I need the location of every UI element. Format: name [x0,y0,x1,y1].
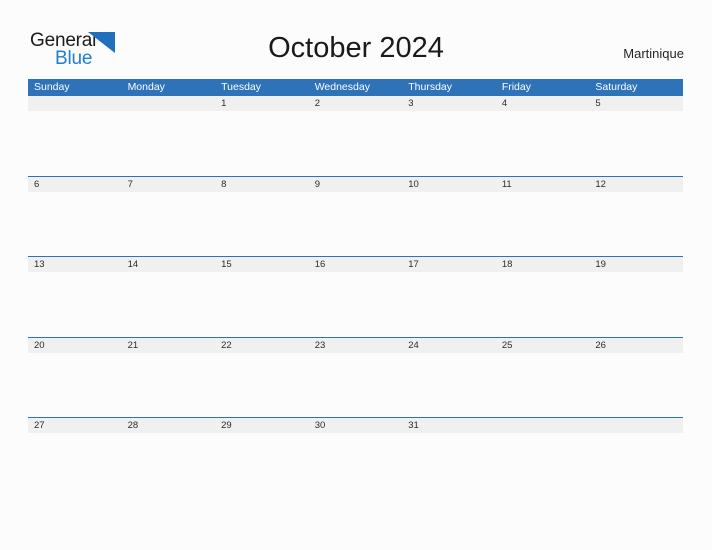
page-title: October 2024 [268,32,444,64]
week-note-area[interactable] [28,433,683,499]
day-cell[interactable]: 25 [496,338,590,353]
day-cell[interactable]: 7 [122,177,216,192]
weekday-header-sunday: Sunday [34,81,70,93]
week-row: 27 28 29 30 31 [28,417,683,499]
calendar-grid: Sunday Monday Tuesday Wednesday Thursday… [28,79,683,499]
day-cell[interactable]: 8 [215,177,309,192]
day-cell[interactable]: 10 [402,177,496,192]
day-cell[interactable]: 11 [496,177,590,192]
day-cell[interactable]: 22 [215,338,309,353]
day-cell[interactable]: 30 [309,418,403,433]
week-row: 1 2 3 4 5 [28,95,683,177]
day-cell[interactable]: 6 [28,177,122,192]
day-cell[interactable]: 12 [589,177,683,192]
day-cell[interactable]: 3 [402,96,496,111]
day-cell[interactable] [122,96,216,111]
day-cell[interactable]: 18 [496,257,590,272]
day-cell[interactable]: 29 [215,418,309,433]
day-cell[interactable]: 31 [402,418,496,433]
weekday-header-saturday: Saturday [595,81,638,93]
day-cell[interactable]: 4 [496,96,590,111]
weekday-header-row: Sunday Monday Tuesday Wednesday Thursday… [28,79,683,95]
day-cell[interactable]: 16 [309,257,403,272]
day-cell[interactable]: 26 [589,338,683,353]
week-date-band: 6 7 8 9 10 11 12 [28,176,683,192]
day-cell[interactable]: 19 [589,257,683,272]
day-cell[interactable] [28,96,122,111]
weekday-header-wednesday: Wednesday [314,81,370,93]
region-label: Martinique [623,46,684,61]
day-cell[interactable] [589,418,683,433]
week-date-band: 13 14 15 16 17 18 19 [28,257,683,272]
week-note-area[interactable] [28,272,683,338]
day-cell[interactable]: 13 [28,257,122,272]
day-cell[interactable]: 21 [122,338,216,353]
day-cell[interactable]: 17 [402,257,496,272]
day-cell[interactable]: 23 [309,338,403,353]
day-cell[interactable]: 15 [215,257,309,272]
day-cell[interactable]: 5 [589,96,683,111]
weekday-header-monday: Monday [127,81,165,93]
page-header: General Blue October 2024 Martinique [0,0,712,78]
weekday-header-friday: Friday [501,81,531,93]
day-cell[interactable]: 27 [28,418,122,433]
week-note-area[interactable] [28,111,683,177]
week-row: 13 14 15 16 17 18 19 [28,256,683,338]
day-cell[interactable]: 14 [122,257,216,272]
day-cell[interactable]: 28 [122,418,216,433]
week-date-band: 1 2 3 4 5 [28,96,683,111]
day-cell[interactable]: 1 [215,96,309,111]
day-cell[interactable] [496,418,590,433]
week-date-band: 27 28 29 30 31 [28,418,683,433]
day-cell[interactable]: 20 [28,338,122,353]
week-row: 6 7 8 9 10 11 12 [28,175,683,257]
day-cell[interactable]: 9 [309,177,403,192]
weekday-header-tuesday: Tuesday [221,81,262,93]
day-cell[interactable]: 24 [402,338,496,353]
week-note-area[interactable] [28,352,683,418]
week-note-area[interactable] [28,191,683,257]
weekday-header-thursday: Thursday [408,81,453,93]
week-date-band: 20 21 22 23 24 25 26 [28,337,683,353]
day-cell[interactable]: 2 [309,96,403,111]
week-row: 20 21 22 23 24 25 26 [28,336,683,418]
